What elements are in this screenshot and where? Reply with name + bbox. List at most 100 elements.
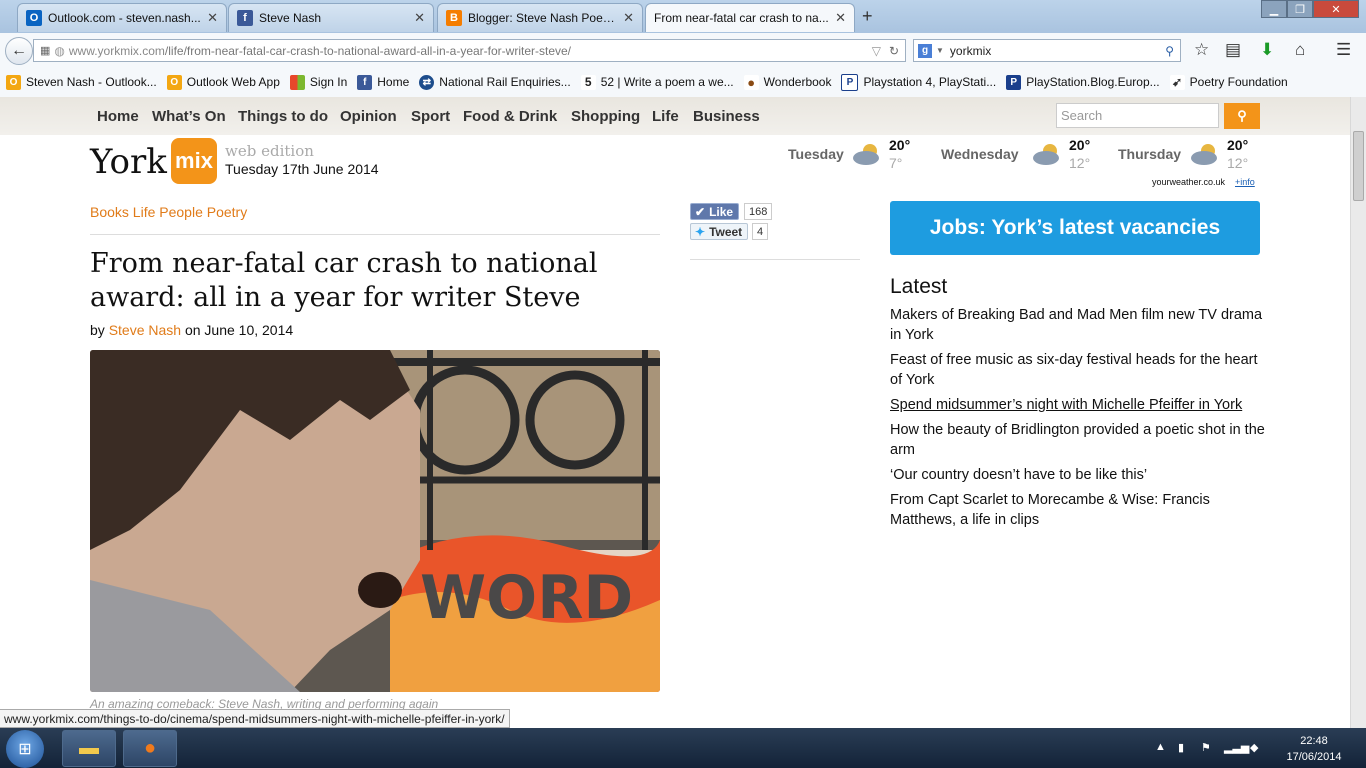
bookmark-52[interactable]: 5 52 | Write a poem a we... <box>580 74 734 90</box>
bookmark-wonderbook[interactable]: ● Wonderbook <box>743 74 831 90</box>
bookmark-national-rail[interactable]: ⇄ National Rail Enquiries... <box>419 74 571 90</box>
bookmark-sign-in[interactable]: Sign In <box>289 74 347 90</box>
bookmark-label: Home <box>377 75 410 89</box>
site-search-input[interactable]: Search <box>1056 103 1219 128</box>
nav-sport[interactable]: Sport <box>411 108 450 125</box>
tab-blogger[interactable]: B Blogger: Steve Nash Poetry... ✕ <box>437 3 643 32</box>
nav-life[interactable]: Life <box>652 108 679 125</box>
weather-high: 20° <box>889 137 911 153</box>
page-scrollbar[interactable] <box>1350 97 1366 728</box>
menu-icon[interactable]: ☰ <box>1336 40 1351 60</box>
author-link[interactable]: Steve Nash <box>109 322 181 338</box>
chevron-down-icon[interactable]: ▼ <box>936 46 944 55</box>
bookmark-steven-outlook[interactable]: O Steven Nash - Outlook... <box>6 74 157 90</box>
outlook-icon: O <box>26 10 42 26</box>
bookmark-label: PlayStation.Blog.Europ... <box>1026 75 1160 89</box>
url-domain: www.yorkmix.com <box>68 43 165 58</box>
facebook-icon: f <box>357 74 373 90</box>
url-bar[interactable]: ▦ ◍ www.yorkmix.com/life/from-near-fatal… <box>33 39 906 62</box>
network-icon[interactable]: ▂▃▅ <box>1224 741 1249 754</box>
clock-date: 17/06/2014 <box>1286 751 1342 763</box>
close-icon[interactable]: ✕ <box>835 10 846 26</box>
bookmark-outlook-web-app[interactable]: O Outlook Web App <box>166 74 280 90</box>
latest-item[interactable]: Spend midsummer’s night with Michelle Pf… <box>890 395 1265 415</box>
new-tab-icon[interactable]: + <box>862 6 873 27</box>
latest-item[interactable]: How the beauty of Bridlington provided a… <box>890 420 1265 460</box>
browser-search-bar[interactable]: g ▼ yorkmix ⚲ <box>913 39 1181 62</box>
dropdown-icon[interactable]: ▽ <box>872 44 881 58</box>
bookmarks-toolbar: O Steven Nash - Outlook... O Outlook Web A… <box>0 67 1366 97</box>
nav-opinion[interactable]: Opinion <box>340 108 397 125</box>
page-date: Tuesday 17th June 2014 <box>225 161 379 177</box>
latest-item[interactable]: Makers of Breaking Bad and Mad Men film … <box>890 305 1265 345</box>
latest-item[interactable]: From Capt Scarlet to Morecambe & Wise: F… <box>890 490 1265 530</box>
weather-info-link[interactable]: +info <box>1235 177 1255 187</box>
bookmark-label: Steven Nash - Outlook... <box>26 75 157 89</box>
reading-list-icon[interactable]: ▤ <box>1225 40 1241 60</box>
tab-facebook[interactable]: f Steve Nash ✕ <box>228 3 434 32</box>
weather-high: 20° <box>1227 137 1249 153</box>
latest-item[interactable]: Feast of free music as six-day festival … <box>890 350 1265 390</box>
nav-business[interactable]: Business <box>693 108 760 125</box>
start-button[interactable]: ⊞ <box>6 730 44 768</box>
tab-outlook[interactable]: O Outlook.com - steven.nash... ✕ <box>17 3 227 32</box>
bookmark-playstation-4[interactable]: P Playstation 4, PlayStati... <box>841 73 997 91</box>
back-button[interactable]: ← <box>5 37 33 65</box>
explorer-taskbar-button[interactable]: ▬ <box>62 730 116 767</box>
site-search-button[interactable]: ⚲ <box>1224 103 1260 129</box>
firefox-icon: ● <box>143 737 157 759</box>
close-icon[interactable]: ✕ <box>207 10 218 26</box>
weather-high: 20° <box>1069 137 1091 153</box>
latest-item[interactable]: ‘Our country doesn’t have to be like thi… <box>890 465 1265 485</box>
jobs-banner[interactable]: Jobs: York’s latest vacancies <box>890 201 1260 255</box>
maximize-button[interactable]: ❐ <box>1287 0 1313 18</box>
tray-expand-icon[interactable]: ▲ <box>1155 741 1166 753</box>
weather-credit[interactable]: yourweather.co.uk <box>1152 177 1225 187</box>
nav-whats-on[interactable]: What’s On <box>152 108 226 125</box>
google-icon[interactable]: g <box>918 43 932 58</box>
search-value: yorkmix <box>949 43 992 58</box>
url-path: /life/from-near-fatal-car-crash-to-natio… <box>164 43 572 58</box>
microsoft-icon <box>289 74 305 90</box>
facebook-icon: f <box>237 10 253 26</box>
bookmark-label: 52 | Write a poem a we... <box>600 75 734 89</box>
home-icon[interactable]: ⌂ <box>1295 40 1305 60</box>
search-icon[interactable]: ⚲ <box>1165 44 1174 58</box>
tweet-button[interactable]: ✦ Tweet <box>690 223 748 240</box>
bookmark-poetry-foundation[interactable]: ➹ Poetry Foundation <box>1169 74 1288 90</box>
minimize-button[interactable]: ▁ <box>1261 0 1287 18</box>
close-window-button[interactable]: ✕ <box>1313 0 1359 18</box>
reload-icon[interactable]: ↻ <box>889 44 899 58</box>
bookmark-playstation-blog[interactable]: P PlayStation.Blog.Europ... <box>1006 74 1160 90</box>
star-icon[interactable]: ☆ <box>1194 40 1209 60</box>
pegasus-icon: ➹ <box>1169 74 1185 90</box>
article-categories[interactable]: Books Life People Poetry <box>90 204 247 220</box>
tab-yorkmix[interactable]: From near-fatal car crash to na... ✕ <box>645 3 855 32</box>
flag-icon[interactable]: ⚑ <box>1201 741 1211 754</box>
bookmark-label: Playstation 4, PlayStati... <box>863 75 997 89</box>
grid-icon[interactable]: ▦ <box>40 44 50 57</box>
battery-icon[interactable]: ▮ <box>1178 741 1184 754</box>
scrollbar-thumb[interactable] <box>1353 131 1364 201</box>
close-icon[interactable]: ✕ <box>414 10 425 26</box>
nav-shopping[interactable]: Shopping <box>571 108 640 125</box>
taskbar-clock[interactable]: 22:48 17/06/2014 <box>1276 733 1352 765</box>
download-icon[interactable]: ⬇ <box>1260 40 1274 60</box>
firefox-taskbar-button[interactable]: ● <box>123 730 177 767</box>
search-icon: ⚲ <box>1237 108 1247 123</box>
dropbox-icon[interactable]: ◆ <box>1250 741 1258 754</box>
nav-home[interactable]: Home <box>97 108 139 125</box>
logo-text[interactable]: York <box>90 142 167 182</box>
logo-mark[interactable]: mix <box>171 138 217 184</box>
bookmark-home[interactable]: f Home <box>357 74 410 90</box>
tab-label: From near-fatal car crash to na... <box>654 11 829 25</box>
edition-label: web edition <box>225 142 314 160</box>
globe-icon: ◍ <box>54 43 65 58</box>
close-icon[interactable]: ✕ <box>623 10 634 26</box>
nav-food-drink[interactable]: Food & Drink <box>463 108 557 125</box>
latest-list: Makers of Breaking Bad and Mad Men film … <box>890 305 1265 535</box>
facebook-like-button[interactable]: ✔ Like <box>690 203 739 220</box>
nav-things-to-do[interactable]: Things to do <box>238 108 328 125</box>
article-photo: WORD <box>90 350 660 692</box>
weather-day: Thursday <box>1118 146 1182 162</box>
